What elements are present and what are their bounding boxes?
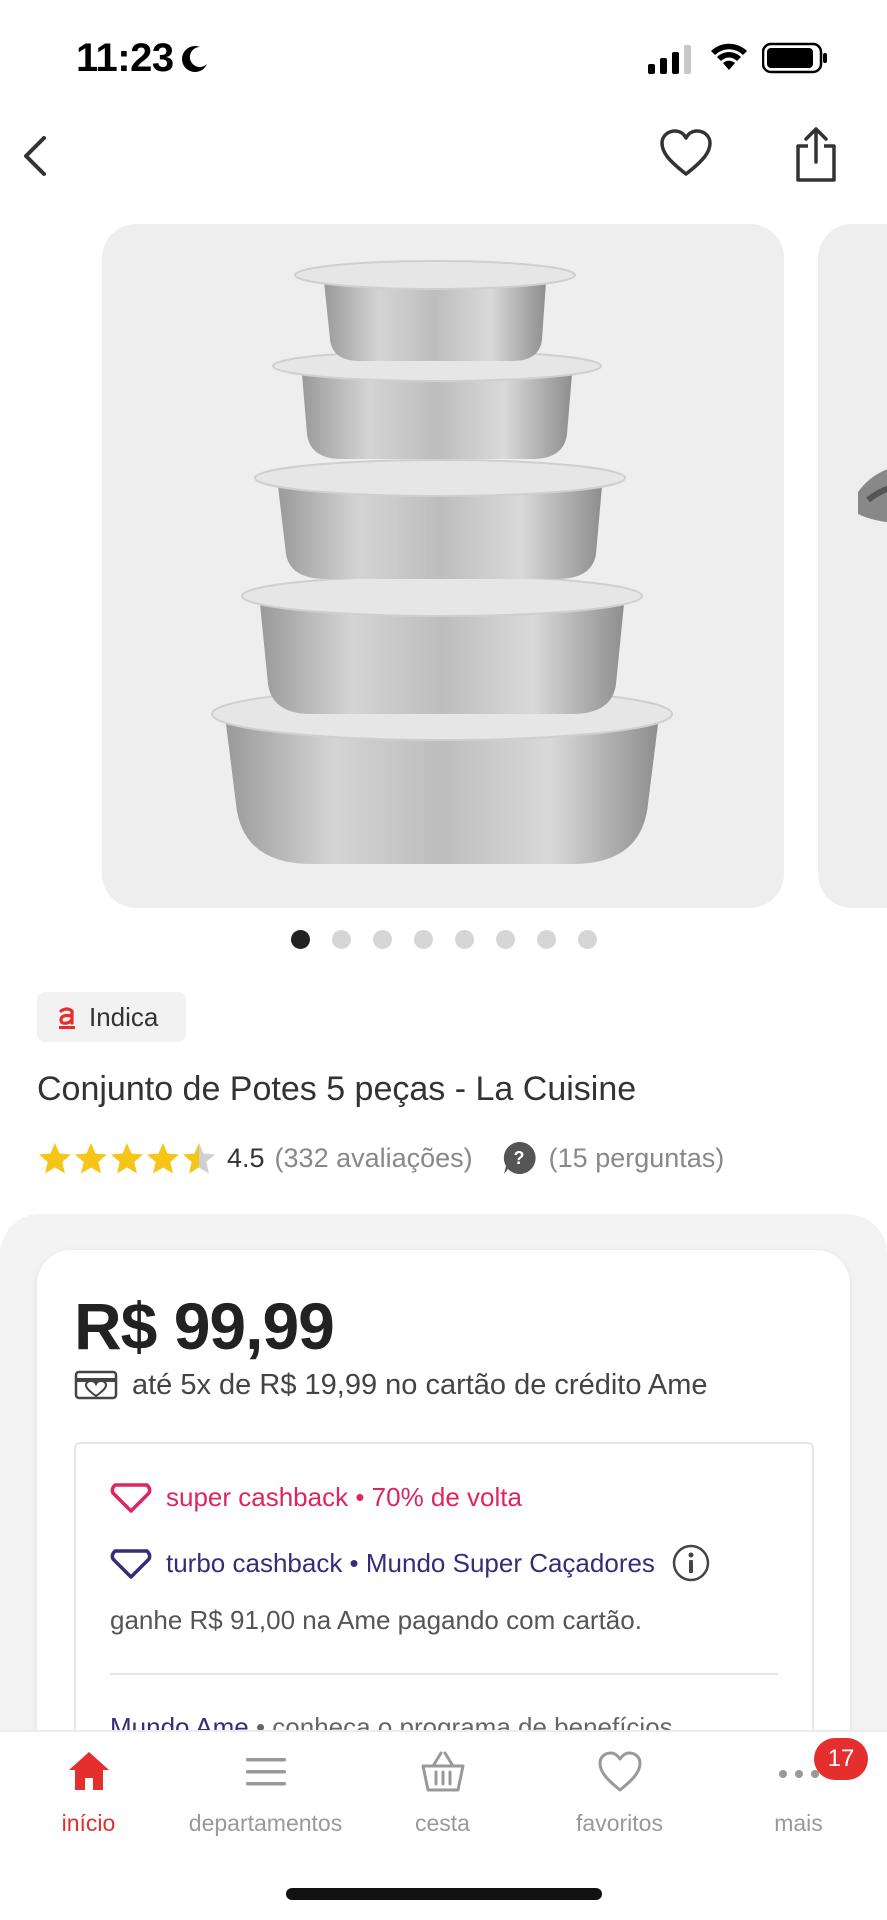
star-icon [39,1143,71,1174]
tab-label: departamentos [188,1810,343,1836]
star-icon [147,1143,179,1174]
tab-cesta[interactable]: cesta [354,1748,531,1848]
tab-label: mais [774,1810,823,1836]
indica-label: Indica [89,1001,159,1032]
gallery-dot[interactable] [332,930,351,949]
product-title: Conjunto de Potes 5 peças - La Cuisine [37,1070,637,1108]
back-button[interactable] [14,130,58,182]
questions-count[interactable]: (15 perguntas) [549,1143,725,1174]
installments-text: até 5x de R$ 19,99 no cartão de crédito … [132,1368,708,1401]
gallery-dot[interactable] [373,930,392,949]
home-indicator [286,1888,602,1900]
product-image[interactable] [102,224,784,908]
moon-icon [182,46,207,72]
tab-label: início [61,1810,116,1836]
americanas-logo-icon [57,1003,77,1031]
indica-badge: Indica [37,992,186,1042]
more-notification-badge: 17 [814,1738,868,1780]
super-cashback-label: super cashback • 70% de volta [166,1481,522,1512]
tab-inicio[interactable]: início [0,1748,177,1848]
container-set-illustration [211,260,673,864]
favorite-button[interactable] [658,128,714,180]
svg-text:?: ? [513,1148,524,1168]
tab-label: cesta [415,1810,470,1836]
rating-row[interactable]: 4.5 (332 avaliações) ? (15 perguntas) [37,1138,724,1178]
gallery-dot[interactable] [414,930,433,949]
question-icon[interactable]: ? [501,1140,537,1176]
tab-favoritos[interactable]: favoritos [531,1748,708,1848]
gallery-dot[interactable] [537,930,556,949]
tab-departamentos[interactable]: departamentos [177,1748,354,1848]
info-icon[interactable] [671,1543,711,1583]
star-icon [75,1143,107,1174]
installments-row: até 5x de R$ 19,99 no cartão de crédito … [74,1368,708,1402]
next-product-image[interactable] [818,224,887,908]
tab-label: favoritos [576,1810,663,1836]
basket-icon [421,1751,464,1792]
home-icon [68,1752,109,1790]
signal-icon [648,45,691,74]
share-button[interactable] [792,126,840,184]
gallery-dot[interactable] [291,930,310,949]
gallery-dot[interactable] [578,930,597,949]
turbo-heart-icon [110,1549,152,1579]
status-time: 11:23 [76,36,174,80]
ame-heart-icon [110,1483,152,1513]
rating-value: 4.5 [227,1142,265,1173]
battery-icon [762,42,827,74]
star-icon [111,1143,143,1174]
rating-stars [37,1141,217,1175]
heart-icon [598,1751,641,1792]
next-image-preview [858,469,887,523]
product-price: R$ 99,99 [74,1289,335,1363]
status-bar: 11:23 [0,0,887,120]
menu-icon [245,1758,286,1786]
super-cashback-row: super cashback • 70% de volta [110,1480,522,1514]
gallery-dot[interactable] [455,930,474,949]
reviews-count[interactable]: (332 avaliações) [275,1143,473,1174]
gallery-dot[interactable] [496,930,515,949]
cashback-earn-text: ganhe R$ 91,00 na Ame pagando com cartão… [110,1605,642,1635]
divider [110,1673,778,1675]
star-icon [183,1143,215,1174]
wifi-icon [711,43,747,70]
gallery-pagination[interactable] [0,930,887,952]
turbo-cashback-row: turbo cashback • Mundo Super Caçadores [110,1543,711,1583]
credit-card-icon [74,1370,118,1400]
turbo-cashback-label: turbo cashback • Mundo Super Caçadores [166,1547,655,1578]
